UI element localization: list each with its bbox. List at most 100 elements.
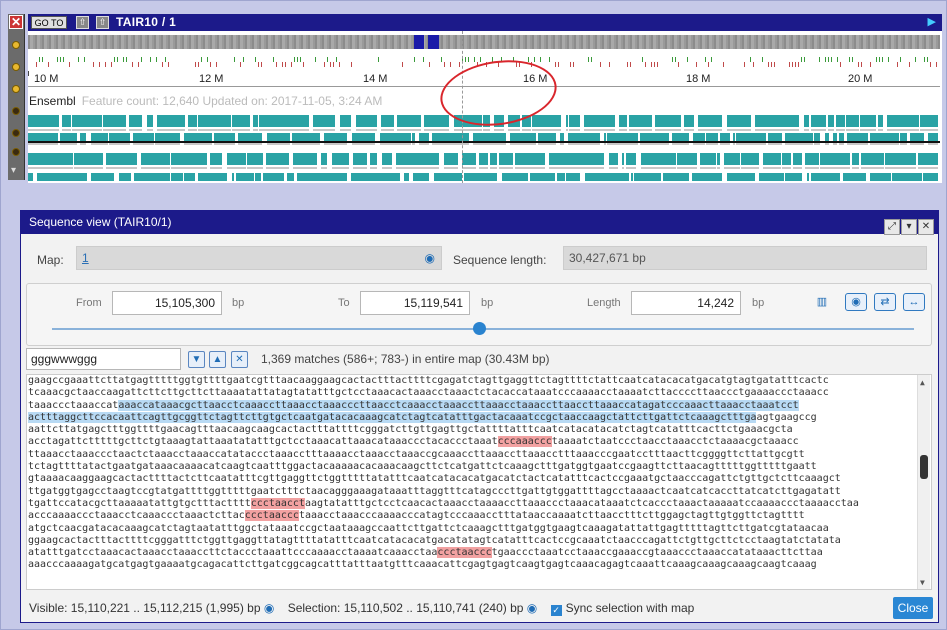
gene-feature[interactable] [188,115,190,127]
gene-feature[interactable] [918,153,938,165]
gene-feature[interactable] [253,115,258,127]
gene-feature[interactable] [321,153,327,165]
scroll-down-icon[interactable]: ▼ [920,577,925,589]
gene-feature[interactable] [28,133,58,141]
gene-feature[interactable] [468,173,497,181]
sequence-text[interactable]: gaagccgaaattcttatgagtttttggtgttttgaatcgt… [26,374,932,590]
gene-feature[interactable] [141,153,170,165]
gene-feature[interactable] [727,115,751,127]
gene-feature[interactable] [684,115,694,127]
gene-feature[interactable] [383,115,394,127]
sequence-line[interactable]: tctagttttatactgaatgataaacaaaacatcaagtcaa… [28,461,915,473]
gene-feature[interactable] [530,173,555,181]
search-input[interactable]: gggwwwggg [26,348,181,370]
track-toggle-icon[interactable] [12,63,20,71]
gene-feature[interactable] [672,133,689,141]
gene-feature[interactable] [846,115,852,127]
eye-icon[interactable]: ◉ [264,601,274,615]
gene-feature[interactable] [412,133,415,141]
sequence-line[interactable]: actttaggcttccacaattcagttgcggttctagttcttg… [28,411,915,424]
gene-feature[interactable] [894,115,900,127]
gene-feature[interactable] [698,115,722,127]
chromosome-overview[interactable] [28,35,940,49]
gene-feature[interactable] [238,133,262,141]
gene-feature[interactable] [293,153,317,165]
sequence-line[interactable]: aaacccaaaagatgcatgagtgaaaatgcagacattcttg… [28,559,915,571]
gene-feature[interactable] [142,173,170,181]
gene-feature[interactable] [125,133,130,141]
gene-feature[interactable] [733,133,735,141]
expand-horizontal-icon[interactable]: ↔ [903,293,925,311]
gene-feature[interactable] [370,153,377,165]
gene-feature[interactable] [811,153,819,165]
gene-feature[interactable] [229,115,231,127]
gene-feature[interactable] [782,153,791,165]
gene-feature[interactable] [532,115,561,127]
gene-feature[interactable] [631,173,633,181]
gene-feature[interactable] [227,153,246,165]
gene-feature[interactable] [414,153,439,165]
gene-feature[interactable] [198,115,229,127]
track-toggle-icon[interactable] [12,148,20,156]
gene-feature[interactable] [432,133,461,141]
sequence-line[interactable]: aattcttatgagctttggttttgaacagtttaacaagcaa… [28,424,915,436]
gene-feature[interactable] [852,115,859,127]
gene-feature[interactable] [74,153,103,165]
gene-feature[interactable] [28,153,50,165]
gene-feature[interactable] [870,133,899,141]
gene-feature[interactable] [434,173,462,181]
gene-feature[interactable] [711,133,718,141]
gene-feature[interactable] [413,173,429,181]
gene-feature[interactable] [727,173,755,181]
gene-feature[interactable] [755,115,774,127]
gene-feature[interactable] [861,153,884,165]
scroll-up-icon[interactable]: ▲ [920,377,925,389]
gene-feature[interactable] [479,133,506,141]
gene-feature[interactable] [910,133,924,141]
checkbox-checked-icon[interactable]: ✓ [550,605,562,616]
gene-feature[interactable] [578,153,604,165]
gene-feature[interactable] [833,133,837,141]
gene-feature[interactable] [473,133,479,141]
sequence-line[interactable]: atgctcaacgatacacaaagcatctagtaatatttggcta… [28,523,915,535]
chevron-down-icon[interactable]: ▾ [11,165,16,176]
gene-feature[interactable] [560,133,564,141]
map-link[interactable]: 1 [82,251,89,265]
gene-feature[interactable] [811,115,826,127]
gene-feature[interactable] [549,153,578,165]
gene-feature[interactable] [700,153,716,165]
gene-feature[interactable] [171,173,183,181]
sequence-line[interactable]: tgattccatacgcttaaaaatattgtgctttacttttccc… [28,497,915,510]
overview-selection[interactable] [428,35,439,49]
sequence-scrollbar[interactable]: ▲ ▼ [917,375,930,589]
gene-feature[interactable] [184,133,212,141]
gene-feature[interactable] [885,153,916,165]
gene-feature[interactable] [607,133,627,141]
gene-feature[interactable] [616,153,618,165]
gene-feature[interactable] [566,115,568,127]
sequence-line[interactable]: atatttgatcctaaacactaaacctaaaccttctacccta… [28,547,915,559]
gene-feature[interactable] [50,153,73,165]
gene-feature[interactable] [793,153,802,165]
gene-feature[interactable] [736,133,766,141]
gene-feature[interactable] [900,133,907,141]
gene-feature[interactable] [151,115,153,127]
gene-feature[interactable] [568,133,574,141]
track-toggle-icon[interactable] [12,129,20,137]
gene-feature[interactable] [287,173,294,181]
gene-feature[interactable] [210,153,222,165]
gene-feature[interactable] [297,173,327,181]
gene-feature[interactable] [860,115,876,127]
chevron-down-icon[interactable]: ▾ [901,219,917,235]
gene-feature[interactable] [585,173,605,181]
gene-feature[interactable] [133,133,154,141]
gene-feature[interactable] [479,153,488,165]
sync-checkbox[interactable]: ✓ Sync selection with map [550,601,694,616]
gene-feature[interactable] [499,153,513,165]
eye-icon[interactable]: ◉ [527,601,537,615]
gene-feature[interactable] [640,133,669,141]
gene-feature[interactable] [381,115,383,127]
map-select[interactable]: 1 ◉ [76,246,442,270]
eye-icon[interactable]: ◉ [845,293,867,311]
eye-icon[interactable]: ◉ [425,251,435,265]
